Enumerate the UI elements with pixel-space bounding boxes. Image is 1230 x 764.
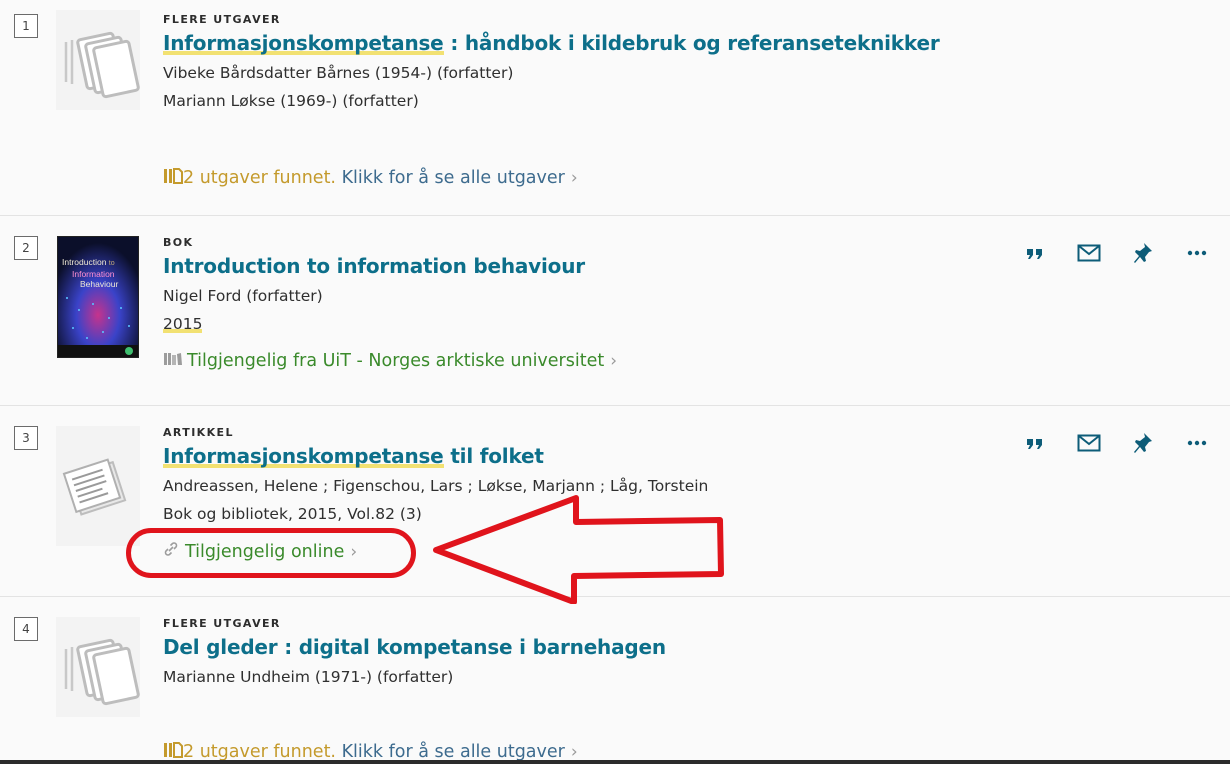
record-type: FLERE UTGAVER [163,617,281,630]
email-icon[interactable] [1074,428,1104,458]
chevron-right-icon: › [570,742,578,762]
availability-link[interactable]: Tilgjengelig fra UiT - Norges arktiske u… [163,351,617,372]
result-title-link[interactable]: Del gleder : digital kompetanse i barneh… [163,635,666,659]
author-line: Nigel Ford (forfatter) [163,287,323,305]
pin-icon[interactable] [1128,428,1158,458]
record-type: ARTIKKEL [163,426,234,439]
more-icon[interactable] [1182,238,1212,268]
annotation-ellipse [126,528,416,578]
record-type: BOK [163,236,194,249]
book-cover-title: Introduction to Information Behaviour [62,257,119,289]
chevron-right-icon: › [610,351,618,371]
record-type: FLERE UTGAVER [163,13,281,26]
result-number: 2 [14,236,38,260]
chevron-right-icon: › [570,168,578,188]
multiple-versions-icon [56,617,140,717]
title-rest: til folket [443,444,544,468]
email-icon[interactable] [1074,238,1104,268]
result-title-link[interactable]: Informasjonskompetanse : håndbok i kilde… [163,31,940,55]
book-icon [163,351,183,372]
pin-icon[interactable] [1128,238,1158,268]
more-icon[interactable] [1182,428,1212,458]
year-line: 2015 [163,315,203,333]
citation-icon[interactable] [1020,238,1050,268]
result-number: 1 [14,14,38,38]
bottom-edge [0,760,1230,764]
result-number: 3 [14,426,38,450]
citation-icon[interactable] [1020,428,1050,458]
title-rest: : håndbok i kildebruk og referanseteknik… [443,31,940,55]
multiple-versions-icon [56,10,140,110]
source-line: Bok og bibliotek, 2015, Vol.82 (3) [163,505,422,523]
author-line: Vibeke Bårdsdatter Bårnes (1954-) (forfa… [163,64,514,82]
versions-link[interactable]: 2 utgaver funnet. Klikk for å se alle ut… [163,167,578,190]
result-actions [1020,238,1212,268]
author-line: Mariann Løkse (1969-) (forfatter) [163,92,419,110]
result-title-link[interactable]: Introduction to information behaviour [163,254,585,278]
annotation-arrow [433,495,724,604]
versions-icon [163,167,183,190]
book-cover-image: Introduction to Information Behaviour [57,236,139,358]
title-highlight: Informasjonskompetanse [163,444,444,468]
result-item-2: 2 Introduction to Information Behaviour … [0,216,1230,406]
result-title-link[interactable]: Informasjonskompetanse til folket [163,444,544,468]
result-item-4: 4 FLERE UTGAVER Del gleder : digital kom… [0,597,1230,764]
author-line: Marianne Undheim (1971-) (forfatter) [163,668,454,686]
article-icon [56,426,140,546]
result-number: 4 [14,617,38,641]
title-highlight: Informasjonskompetanse [163,31,444,55]
author-line: Andreassen, Helene ; Figenschou, Lars ; … [163,477,709,495]
result-actions [1020,428,1212,458]
result-item-1: 1 FLERE UTGAVER Informasjonskompetanse :… [0,0,1230,216]
